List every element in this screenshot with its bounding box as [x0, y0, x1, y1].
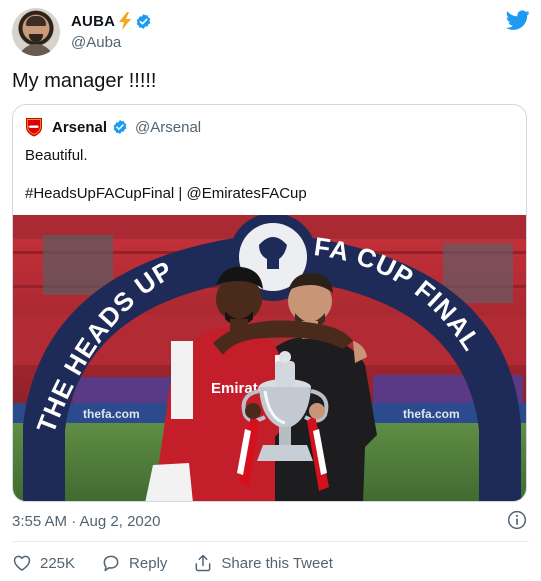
reply-button[interactable]: Reply — [101, 553, 167, 573]
avatar-cap — [26, 16, 46, 26]
info-icon[interactable] — [507, 510, 527, 530]
quoted-header: Arsenal @Arsenal — [25, 117, 201, 137]
author-name-row: AUBA — [71, 11, 152, 31]
arsenal-crest-icon — [26, 118, 42, 137]
quoted-photo[interactable]: thefa.com thefa.com THE HEADS UP FA CUP … — [13, 215, 526, 501]
tweet-text: My manager !!!!! — [12, 70, 157, 92]
tweet-timestamp[interactable]: 3:55 AM · Aug 2, 2020 — [12, 513, 160, 530]
tweet-header: AUBA @Auba — [12, 8, 530, 58]
like-count: 225K — [40, 554, 76, 572]
reply-label: Reply — [129, 554, 168, 572]
heart-icon — [13, 555, 31, 571]
reply-icon — [103, 555, 119, 572]
board-text-left: thefa.com — [83, 407, 140, 421]
share-icon — [195, 554, 211, 572]
author-avatar[interactable] — [12, 8, 60, 56]
share-button[interactable]: Share this Tweet — [193, 553, 333, 573]
avatar-shirt — [18, 44, 54, 56]
like-button[interactable]: 225K — [12, 553, 75, 573]
lightning-bolt-icon — [119, 12, 132, 30]
tweet-card: AUBA @Auba My manager !!!!! Arsenal @Ars… — [0, 0, 541, 581]
quoted-tweet[interactable]: Arsenal @Arsenal Beautiful. #HeadsUpFACu… — [12, 104, 527, 502]
quoted-display-name[interactable]: Arsenal — [52, 119, 107, 136]
quoted-hashtags[interactable]: #HeadsUpFACupFinal | @EmiratesFACup — [25, 185, 307, 202]
verified-badge-icon — [136, 13, 151, 29]
verified-badge-icon — [113, 120, 127, 134]
author-display-name[interactable]: AUBA — [71, 13, 115, 30]
author-handle[interactable]: @Auba — [71, 34, 121, 51]
tweet-actions: 225K Reply Share this Tweet — [12, 552, 359, 574]
divider — [12, 541, 529, 542]
board-text-right: thefa.com — [403, 407, 460, 421]
quoted-handle[interactable]: @Arsenal — [135, 119, 201, 136]
avatar-beard — [29, 34, 43, 42]
twitter-bird-icon[interactable] — [506, 8, 530, 32]
trophy-celebration-photo: thefa.com thefa.com THE HEADS UP FA CUP … — [13, 215, 526, 501]
share-label: Share this Tweet — [221, 554, 333, 572]
quoted-text-line: Beautiful. — [25, 147, 88, 164]
